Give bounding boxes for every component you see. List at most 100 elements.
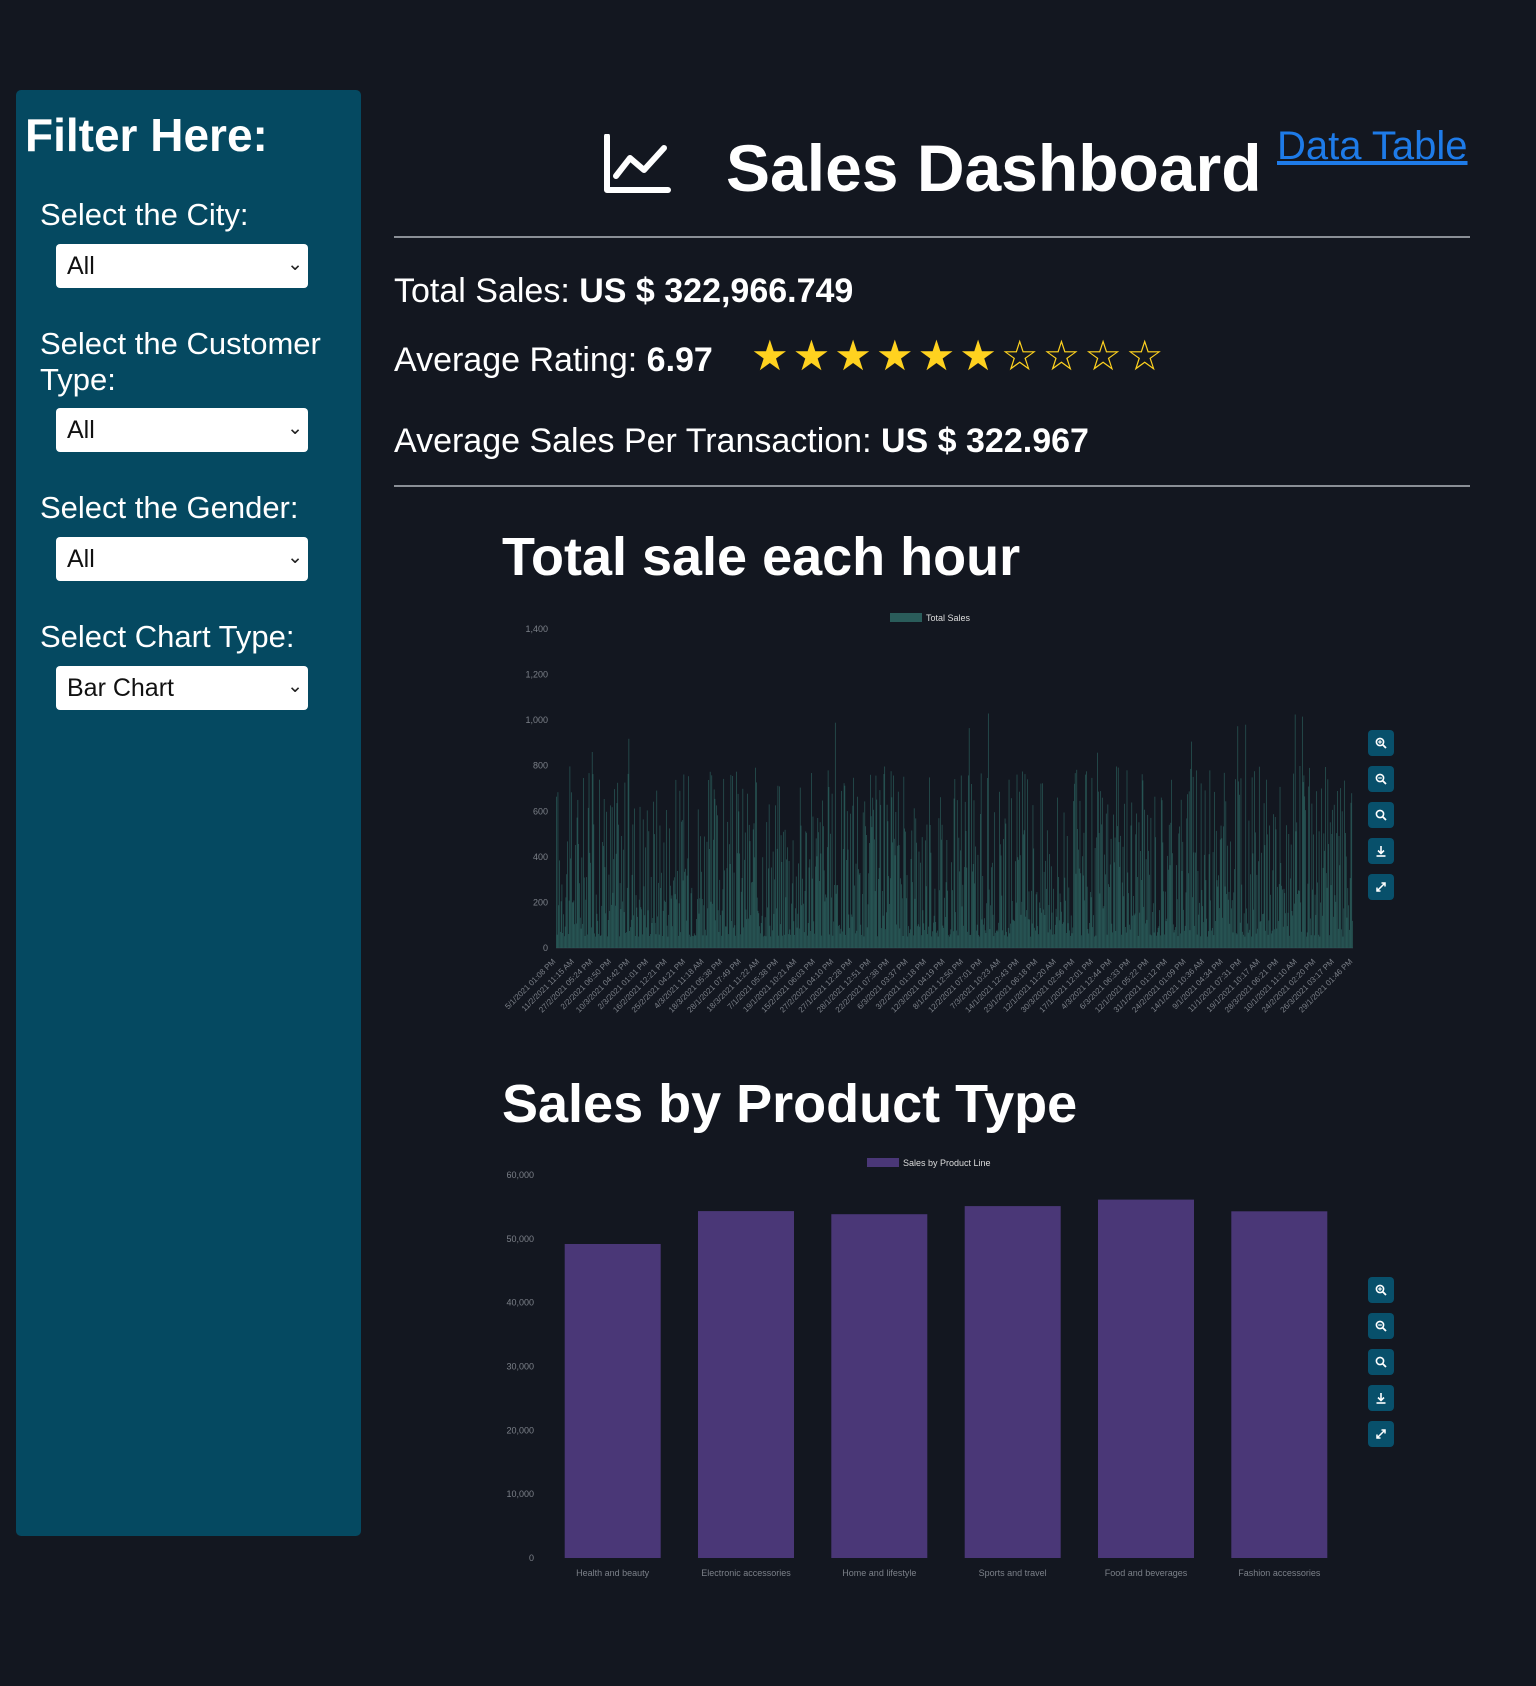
hourly-sales-bar [1349,878,1351,948]
hourly-sales-bar [967,931,968,948]
y-tick-label: 400 [533,852,548,862]
hourly-sales-bar [1325,767,1326,948]
hourly-sales-bar [885,912,887,948]
hourly-sales-bar [789,929,791,948]
hourly-sales-bar [927,934,929,948]
hourly-sales-bar [1006,931,1007,948]
hourly-sales-bar [1111,923,1113,948]
hourly-sales-bar [711,775,713,948]
hourly-sales-bar [1048,905,1050,948]
fullscreen-button[interactable] [1368,874,1394,900]
hourly-sales-bar [889,904,890,948]
hourly-sales-bar [735,935,737,948]
fullscreen-button[interactable] [1368,1421,1394,1447]
legend-swatch [890,613,922,622]
hourly-sales-bar [1185,892,1187,948]
hourly-sales-bar [1305,936,1307,948]
hourly-sales-bar [559,931,561,948]
hourly-sales-bar [932,931,933,948]
hourly-sales-bar [799,928,800,948]
hourly-sales-bar [1074,783,1075,948]
hourly-sales-bar [1116,766,1117,948]
hourly-sales-bar [690,893,692,948]
hourly-sales-bar [921,837,923,948]
customer-type-select[interactable]: All ⌄ [56,408,308,452]
hourly-sales-bar [1193,852,1195,948]
hourly-sales-bar [854,933,856,948]
hourly-sales-bar [632,824,634,948]
hourly-sales-bar [742,788,744,948]
hourly-sales-bar [784,829,786,948]
hourly-sales-bar [805,831,807,948]
hourly-sales-bar [731,921,733,948]
hourly-sales-bar [659,825,661,948]
hourly-sales-bar [1037,926,1039,948]
hourly-sales-bar [583,778,584,948]
hourly-sales-bar [676,899,678,948]
hourly-sales-bar [1313,834,1314,948]
hourly-sales-bar [758,913,760,948]
hourly-sales-bar [1068,887,1070,948]
hourly-sales-bar [651,923,653,948]
hourly-sales-bar [1273,814,1274,948]
hourly-sales-bar [1061,911,1062,948]
hourly-sales-bar [1127,872,1129,948]
hourly-sales-bar [1318,831,1320,948]
hourly-sales-bar [956,930,957,948]
hourly-sales-bar [917,924,919,948]
hourly-sales-bar [596,913,598,948]
hourly-sales-bar [925,840,926,948]
hourly-sales-bar [1275,829,1277,948]
reset-zoom-icon [1375,1356,1387,1368]
hourly-sales-bar [1027,779,1028,948]
data-table-link[interactable]: Data Table [1277,124,1468,169]
hourly-sales-bar [1059,893,1061,948]
download-button[interactable] [1368,838,1394,864]
zoom-out-button[interactable] [1368,1313,1394,1339]
reset-zoom-button[interactable] [1368,802,1394,828]
hourly-sales-bar [944,917,946,948]
hourly-sales-bar [1032,805,1034,948]
hourly-sales-bar [1101,797,1103,948]
hourly-sales-bar [997,931,999,948]
hourly-sales-bar [1256,874,1258,948]
chart-type-select[interactable]: Bar Chart ⌄ [56,666,308,710]
hourly-sales-bar [1104,854,1106,948]
hourly-sales-bar [1278,884,1280,948]
hourly-sales-bar [1339,865,1341,948]
hourly-sales-bar [1128,893,1129,948]
hourly-sales-bar [1274,817,1276,948]
hourly-sales-bar [786,859,788,948]
hourly-sales-bar [807,923,809,948]
hourly-sales-bar [1102,908,1104,948]
zoom-in-button[interactable] [1368,730,1394,756]
hourly-sales-bar [1233,892,1235,948]
hourly-sales-bar [1317,882,1318,948]
hourly-sales-bar [1141,880,1142,948]
hourly-sales-bar [756,782,757,948]
zoom-out-button[interactable] [1368,766,1394,792]
hourly-sales-bar [1282,889,1283,948]
hourly-sales-bar [1228,891,1230,948]
hourly-sales-bar [564,926,566,948]
hourly-sales-bar [1079,800,1081,948]
zoom-in-button[interactable] [1368,1277,1394,1303]
hourly-sales-bar [720,915,721,948]
hourly-sales-bar [1206,918,1208,948]
download-button[interactable] [1368,1385,1394,1411]
gender-select[interactable]: All ⌄ [56,537,308,581]
hourly-sales-bar [1125,932,1127,948]
hourly-sales-bar [1216,880,1218,948]
hourly-sales-bar [1097,791,1099,948]
filter-sidebar: Filter Here: Select the City: All ⌄ Sele… [16,90,361,1536]
hourly-sales-bar [1239,922,1241,948]
hourly-sales-bar [1190,768,1192,948]
city-select-value: All [67,252,95,280]
hourly-sales-bar [1262,914,1263,948]
hourly-sales-bar [617,782,619,948]
hourly-sales-bar [982,876,984,948]
hourly-sales-bar [853,777,854,948]
reset-zoom-button[interactable] [1368,1349,1394,1375]
hourly-sales-bar [595,936,596,948]
city-select[interactable]: All ⌄ [56,244,308,288]
